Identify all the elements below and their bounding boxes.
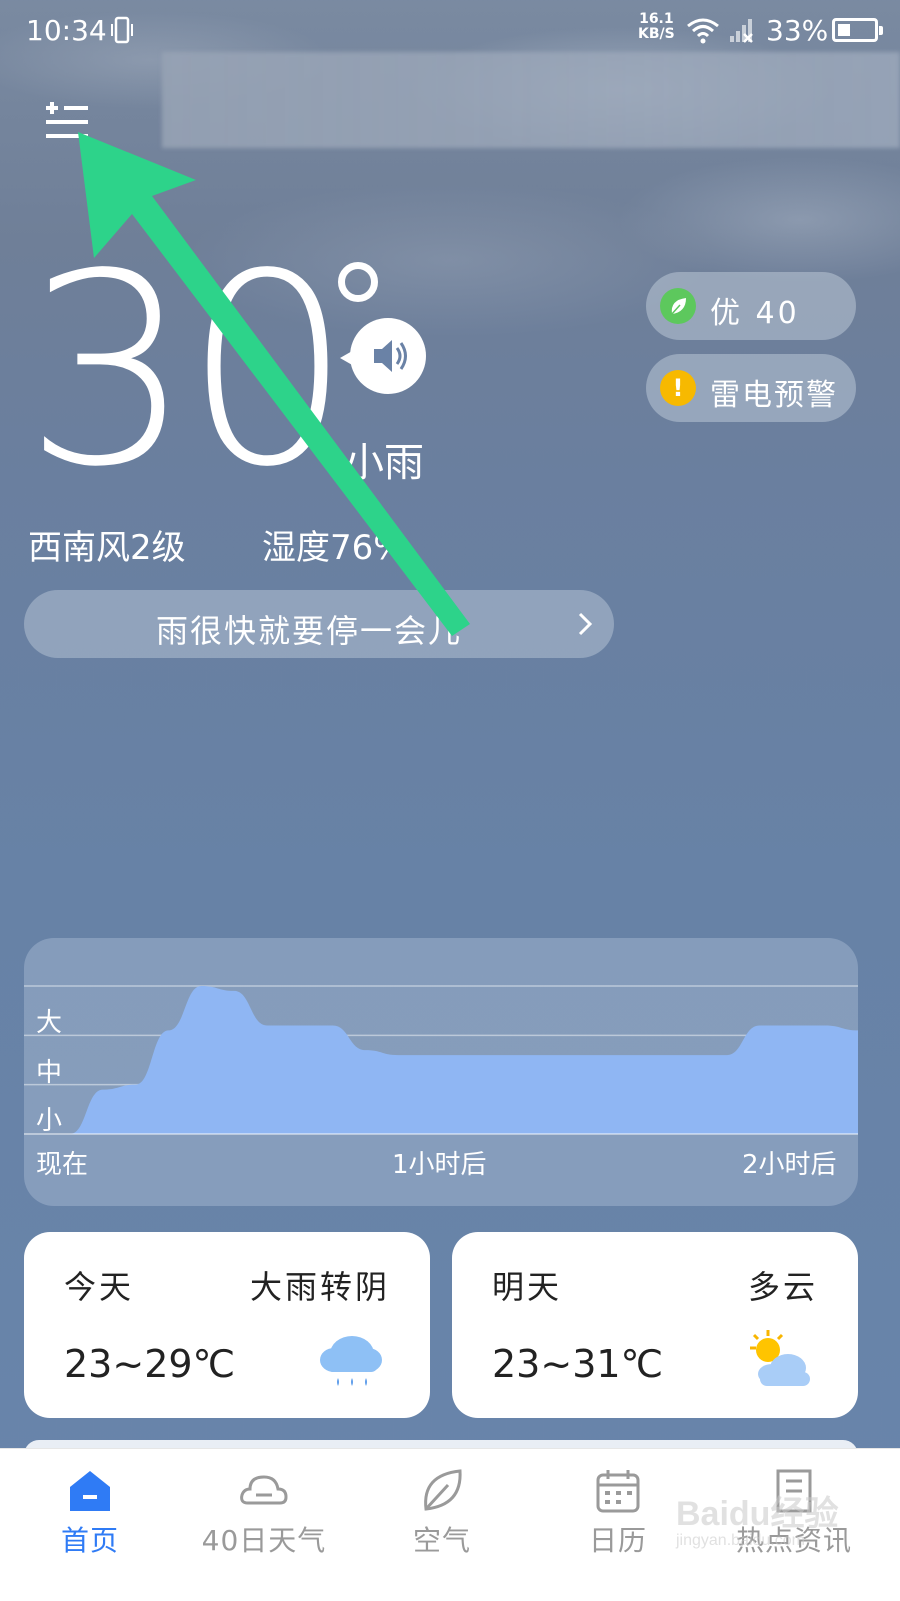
menu-add-city-icon[interactable] <box>44 98 90 144</box>
battery-icon <box>832 18 883 42</box>
air-quality-badge[interactable]: 优 40 <box>646 272 856 340</box>
leaf-icon <box>424 1469 462 1511</box>
watermark-logo: Baidu经验 <box>676 1495 839 1533</box>
level-label-moderate: 中 <box>36 1058 63 1088</box>
current-condition: 小雨 <box>344 440 424 486</box>
degree-icon <box>338 262 378 302</box>
status-time: 10:34 <box>26 14 107 47</box>
leaf-icon <box>660 288 696 324</box>
speaker-icon <box>374 340 407 372</box>
day-name: 明天 <box>492 1268 563 1306</box>
warning-icon: ! <box>660 370 696 406</box>
blurred-location-area <box>162 52 900 148</box>
day-name: 今天 <box>64 1268 135 1306</box>
day-temperature-range: 23~29℃ <box>64 1342 236 1386</box>
network-speed: 16.1 KB/S <box>638 12 675 42</box>
vibrate-icon <box>111 16 133 44</box>
x-label-now: 现在 <box>36 1150 89 1180</box>
rain-cloud-icon <box>320 1336 382 1386</box>
wind-info: 西南风2级 <box>28 528 186 568</box>
rain-forecast-tip[interactable]: 雨很快就要停一会儿 <box>24 590 614 658</box>
partly-cloudy-icon <box>750 1330 810 1386</box>
watermark-url: jingyan.baidu.com <box>676 1532 805 1549</box>
nav-label: 空气 <box>412 1524 471 1557</box>
day-temperature-range: 23~31℃ <box>492 1342 664 1386</box>
rain-tip-text: 雨很快就要停一会儿 <box>155 612 462 650</box>
precipitation-area <box>70 986 858 1134</box>
today-forecast-card[interactable]: 今天 大雨转阴 23~29℃ <box>24 1232 430 1418</box>
aqi-label: 优 40 <box>710 296 800 331</box>
nav-label: 首页 <box>60 1524 119 1557</box>
current-temperature: 30 <box>24 218 352 525</box>
weather-alert-badge[interactable]: ! 雷电预警 <box>646 354 856 422</box>
level-label-light: 小 <box>36 1106 63 1136</box>
signal-icon <box>730 19 753 43</box>
nav-label: 40日天气 <box>201 1524 327 1557</box>
nav-item-40-day[interactable]: 40日天气 <box>174 1449 354 1601</box>
baidu-watermark: Baidu经验 jingyan.baidu.com <box>676 1486 876 1556</box>
wifi-icon <box>687 18 719 44</box>
precipitation-chart-card: 大 中 小 现在 1小时后 2小时后 <box>24 938 858 1206</box>
humidity-info: 湿度76% <box>262 528 406 568</box>
day-condition: 多云 <box>747 1268 818 1306</box>
day-condition: 大雨转阴 <box>249 1268 390 1306</box>
voice-broadcast-button[interactable] <box>340 318 426 394</box>
cloud-icon <box>240 1475 288 1505</box>
x-label-2h: 2小时后 <box>742 1150 837 1180</box>
chevron-right-icon <box>578 612 593 636</box>
net-speed-unit: KB/S <box>638 26 675 42</box>
alert-label: 雷电预警 <box>710 378 838 413</box>
nav-item-air[interactable]: 空气 <box>352 1449 532 1601</box>
level-label-heavy: 大 <box>36 1008 63 1038</box>
calendar-icon <box>596 1470 640 1513</box>
tomorrow-forecast-card[interactable]: 明天 多云 23~31℃ <box>452 1232 858 1418</box>
home-icon <box>70 1471 110 1511</box>
net-speed-value: 16.1 <box>639 11 674 27</box>
x-label-1h: 1小时后 <box>392 1150 487 1180</box>
status-bar: 10:34 16.1 KB/S 33% <box>0 0 900 62</box>
battery-percent: 33% <box>766 14 829 47</box>
nav-item-home[interactable]: 首页 <box>0 1449 180 1601</box>
